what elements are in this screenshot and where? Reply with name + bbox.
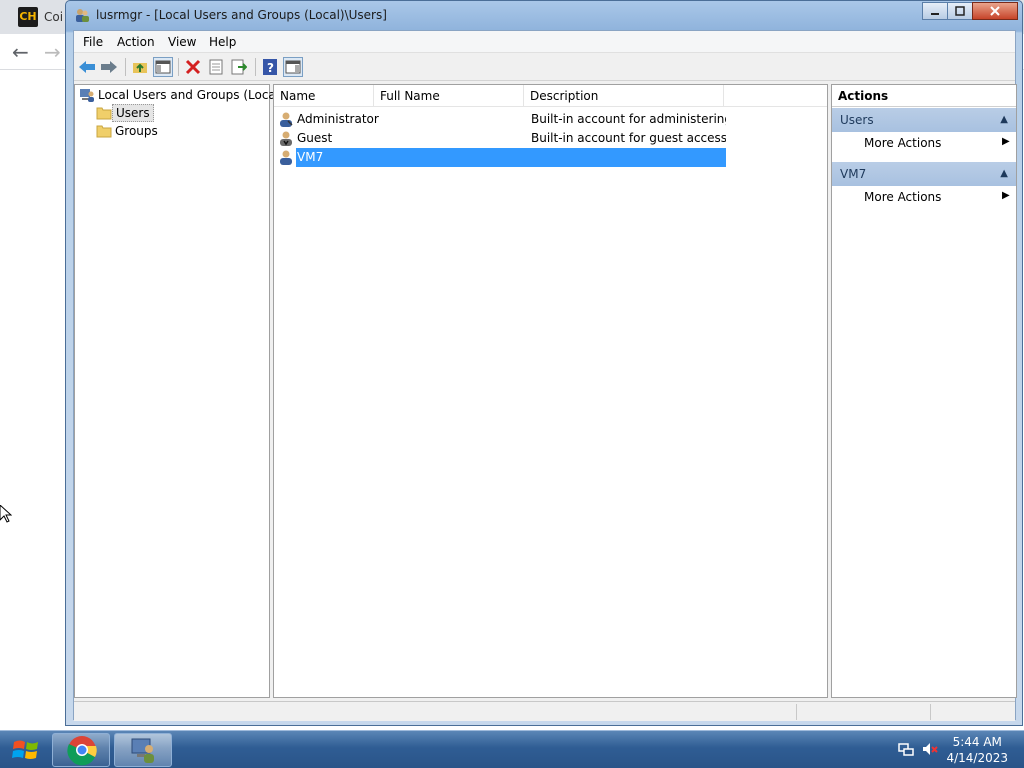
folder-up-icon bbox=[133, 63, 147, 73]
action-label: More Actions bbox=[864, 136, 942, 150]
taskbar-chrome-button[interactable] bbox=[52, 733, 110, 767]
console-tree-pane: Local Users and Groups (Local) Users Gro… bbox=[74, 84, 284, 698]
toolbar: ? bbox=[74, 53, 1015, 81]
user-name: Administrator bbox=[297, 112, 379, 126]
volume-muted-icon[interactable] bbox=[922, 741, 938, 757]
back-button[interactable] bbox=[77, 57, 97, 77]
menu-action[interactable]: Action bbox=[117, 35, 155, 49]
delete-button[interactable] bbox=[183, 57, 203, 77]
column-header-row: Name Full Name Description bbox=[274, 85, 827, 107]
console-tree-icon bbox=[155, 60, 171, 74]
toolbar-separator bbox=[255, 58, 256, 76]
show-hide-action-pane-button[interactable] bbox=[283, 57, 303, 77]
action-more-actions-vm7[interactable]: More Actions ▶ bbox=[864, 190, 1010, 204]
clock-time: 5:44 AM bbox=[952, 735, 1002, 749]
user-description: Built-in account for guest access t... bbox=[531, 131, 726, 145]
tree-users-label: Users bbox=[112, 104, 154, 122]
taskbar: 5:44 AM 4/14/2023 bbox=[0, 730, 1024, 768]
window-client-area: File Action View Help ? Local Users and … bbox=[73, 30, 1017, 721]
user-disabled-icon bbox=[280, 131, 292, 146]
table-row-selected[interactable]: VM7 bbox=[276, 148, 726, 167]
folder-icon bbox=[96, 125, 112, 138]
mouse-cursor-icon bbox=[0, 505, 12, 523]
browser-tab-title[interactable]: Coi bbox=[44, 10, 63, 24]
properties-button[interactable] bbox=[206, 57, 226, 77]
users-list-pane: Name Full Name Description Administrator… bbox=[273, 84, 828, 698]
user-description: Built-in account for administering... bbox=[531, 112, 726, 126]
computer-users-icon bbox=[80, 89, 94, 102]
back-arrow-icon[interactable]: ← bbox=[12, 40, 29, 64]
menu-view[interactable]: View bbox=[168, 35, 196, 49]
menu-help[interactable]: Help bbox=[209, 35, 236, 49]
lusrmgr-window: lusrmgr - [Local Users and Groups (Local… bbox=[65, 0, 1023, 726]
properties-icon bbox=[209, 59, 223, 75]
status-bar bbox=[74, 701, 1015, 721]
svg-text:?: ? bbox=[267, 61, 274, 75]
user-icon bbox=[280, 150, 292, 165]
clock-date: 4/14/2023 bbox=[946, 751, 1008, 765]
title-bar[interactable]: lusrmgr - [Local Users and Groups (Local… bbox=[66, 1, 1022, 29]
help-icon: ? bbox=[263, 59, 277, 75]
toolbar-separator bbox=[125, 58, 126, 76]
forward-button[interactable] bbox=[99, 57, 119, 77]
minimize-icon bbox=[931, 13, 939, 15]
action-more-actions-users[interactable]: More Actions ▶ bbox=[864, 136, 1010, 150]
forward-arrow-icon[interactable]: → bbox=[44, 40, 61, 64]
submenu-arrow-icon: ▶ bbox=[1002, 190, 1010, 201]
start-button-windows-icon[interactable] bbox=[4, 732, 48, 768]
maximize-button[interactable] bbox=[947, 2, 973, 20]
forward-icon bbox=[101, 61, 117, 73]
menu-bar: File Action View Help bbox=[74, 31, 1015, 53]
folder-icon bbox=[96, 107, 112, 120]
export-list-icon bbox=[231, 59, 247, 75]
column-header-description[interactable]: Description bbox=[524, 85, 724, 107]
user-name: VM7 bbox=[297, 150, 324, 164]
toolbar-separator bbox=[178, 58, 179, 76]
close-icon bbox=[990, 6, 1000, 16]
actions-pane: Actions Users ▲ More Actions ▶ VM7 ▲ Mor… bbox=[831, 84, 1017, 698]
column-header-full-name[interactable]: Full Name bbox=[374, 85, 524, 107]
window-title: lusrmgr - [Local Users and Groups (Local… bbox=[96, 8, 387, 22]
submenu-arrow-icon: ▶ bbox=[1002, 136, 1010, 147]
users-app-icon bbox=[131, 738, 154, 763]
table-row[interactable]: Administrator Built-in account for admin… bbox=[276, 110, 726, 129]
chrome-icon bbox=[67, 736, 97, 766]
tree-groups-label: Groups bbox=[115, 124, 158, 138]
minimize-button[interactable] bbox=[922, 2, 948, 20]
menu-file[interactable]: File bbox=[83, 35, 103, 49]
collapse-triangle-icon[interactable]: ▲ bbox=[1000, 162, 1008, 186]
section-title: Users bbox=[840, 113, 874, 127]
column-header-name[interactable]: Name bbox=[274, 85, 374, 107]
users-app-icon bbox=[76, 9, 89, 22]
export-list-button[interactable] bbox=[229, 57, 249, 77]
tab-favicon[interactable]: CH bbox=[18, 7, 38, 27]
network-icon[interactable] bbox=[898, 741, 914, 757]
up-one-level-button[interactable] bbox=[130, 57, 150, 77]
status-divider bbox=[796, 704, 797, 720]
help-button[interactable]: ? bbox=[260, 57, 280, 77]
tree-item-users[interactable]: Users bbox=[96, 104, 154, 122]
action-label: More Actions bbox=[864, 190, 942, 204]
selection-highlight bbox=[296, 148, 726, 167]
tree-item-groups[interactable]: Groups bbox=[96, 122, 161, 140]
taskbar-lusrmgr-button[interactable] bbox=[114, 733, 172, 767]
table-row[interactable]: Guest Built-in account for guest access … bbox=[276, 129, 726, 148]
show-hide-console-tree-button[interactable] bbox=[153, 57, 173, 77]
actions-header: Actions bbox=[832, 85, 1016, 107]
status-divider bbox=[930, 704, 931, 720]
system-clock[interactable]: 5:44 AM 4/14/2023 bbox=[946, 734, 1008, 766]
tree-root-label: Local Users and Groups (Local) bbox=[98, 88, 284, 102]
user-icon bbox=[280, 112, 293, 127]
back-icon bbox=[79, 61, 95, 73]
delete-x-icon bbox=[185, 59, 201, 75]
tree-item-root[interactable]: Local Users and Groups (Local) bbox=[79, 86, 287, 104]
maximize-icon bbox=[955, 6, 965, 16]
actions-section-vm7[interactable]: VM7 ▲ bbox=[832, 162, 1016, 186]
user-name: Guest bbox=[297, 131, 333, 145]
section-title: VM7 bbox=[840, 167, 867, 181]
actions-section-users[interactable]: Users ▲ bbox=[832, 108, 1016, 132]
action-pane-icon bbox=[285, 60, 301, 74]
collapse-triangle-icon[interactable]: ▲ bbox=[1000, 108, 1008, 132]
close-button[interactable] bbox=[972, 2, 1018, 20]
